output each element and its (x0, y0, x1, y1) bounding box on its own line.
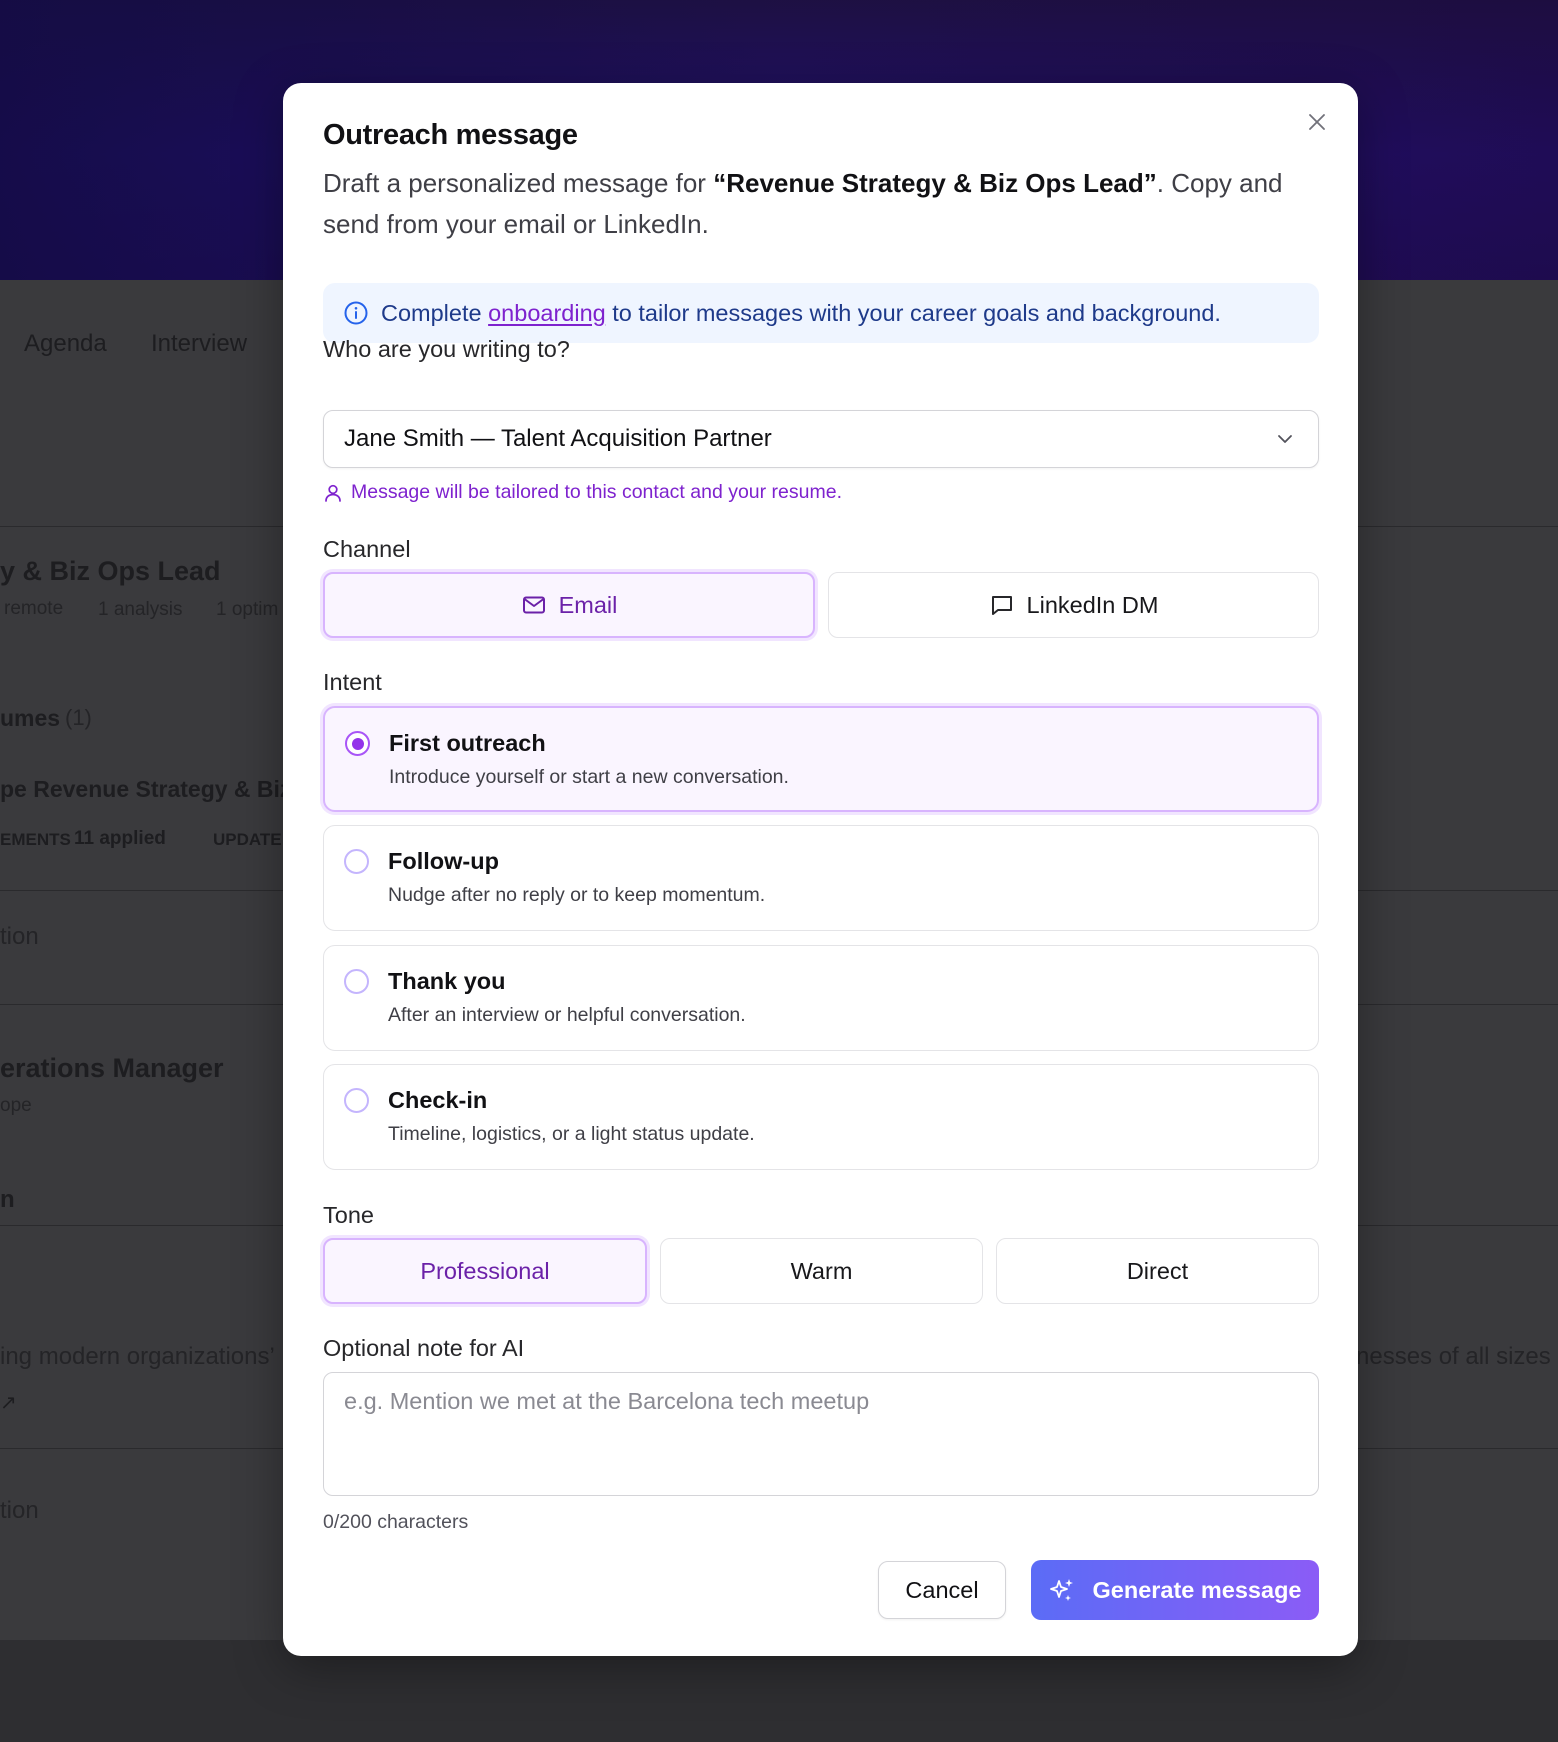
intent-label: Intent (323, 669, 382, 695)
note-textarea[interactable] (323, 1372, 1319, 1496)
bg-meta-optim: 1 optim (216, 599, 279, 620)
outreach-modal: Outreach message Draft a personalized me… (283, 83, 1358, 1656)
onboarding-link[interactable]: onboarding (488, 300, 606, 326)
tone-label: Tone (323, 1202, 374, 1228)
generate-message-label: Generate message (1092, 1576, 1302, 1603)
channel-option-linkedin[interactable]: LinkedIn DM (828, 572, 1319, 638)
modal-title: Outreach message (323, 119, 578, 151)
radio-button[interactable] (344, 1088, 369, 1113)
intent-option-follow-up[interactable]: Follow-up Nudge after no reply or to kee… (323, 825, 1319, 931)
bg-role2-title: erations Manager (0, 1053, 224, 1083)
intent-title: Thank you (388, 968, 506, 994)
close-button[interactable] (1302, 107, 1332, 137)
tone-option-warm[interactable]: Warm (660, 1238, 983, 1304)
tone-option-professional[interactable]: Professional (323, 1238, 647, 1304)
sparkles-icon (1050, 1579, 1074, 1601)
info-text-post: to tailor messages with your career goal… (605, 299, 1221, 326)
bg-tab-agenda: Agenda (24, 330, 107, 357)
bg-section-b: n (0, 1186, 15, 1213)
info-icon (344, 301, 368, 325)
user-icon (325, 484, 341, 502)
intent-title: First outreach (389, 730, 546, 756)
intent-option-check-in[interactable]: Check-in Timeline, logistics, or a light… (323, 1064, 1319, 1170)
bg-section-a: tion (0, 923, 39, 950)
intent-option-thank-you[interactable]: Thank you After an interview or helpful … (323, 945, 1319, 1051)
onboarding-info-banner: Complete onboarding to tailor messages w… (323, 283, 1319, 343)
close-icon (1309, 114, 1325, 130)
bg-meta-remote: remote (4, 598, 64, 619)
bg-resumes-count: (1) (65, 705, 92, 730)
bg-meta-analysis: 1 analysis (98, 599, 183, 620)
intent-description: After an interview or helpful conversati… (388, 1004, 746, 1026)
character-counter: 0/200 characters (323, 1511, 469, 1533)
radio-button[interactable] (345, 731, 370, 756)
channel-email-label: Email (558, 591, 618, 618)
recipient-label: Who are you writing to? (323, 336, 570, 362)
bg-tab-interview: Interview (151, 330, 248, 357)
radio-button[interactable] (344, 969, 369, 994)
recipient-select[interactable]: Jane Smith — Talent Acquisition Partner (323, 410, 1319, 468)
bg-role2-sub: ope (0, 1095, 32, 1116)
bg-blurb-left: ing modern organizations’ (0, 1343, 275, 1370)
recipient-hint: Message will be tailored to this contact… (323, 481, 842, 504)
bg-blurb-right: nesses of all sizes (1356, 1343, 1551, 1370)
external-link-icon: ↗ (0, 1392, 17, 1414)
radio-button[interactable] (344, 849, 369, 874)
message-square-icon (991, 596, 1012, 615)
bg-job-title: y & Biz Ops Lead (0, 556, 221, 586)
description-pre: Draft a personalized message for (323, 168, 714, 198)
chevron-down-icon (1278, 435, 1292, 443)
note-label: Optional note for AI (323, 1335, 525, 1361)
description-role: “Revenue Strategy & Biz Ops Lead” (713, 168, 1157, 198)
modal-description: Draft a personalized message for “Revenu… (323, 163, 1323, 245)
intent-option-first-outreach[interactable]: First outreach Introduce yourself or sta… (323, 706, 1319, 812)
intent-title: Follow-up (388, 848, 499, 874)
recipient-select-value: Jane Smith — Talent Acquisition Partner (344, 425, 772, 452)
intent-title: Check-in (388, 1087, 488, 1113)
info-text-pre: Complete (381, 299, 489, 326)
recipient-hint-text: Message will be tailored to this contact… (351, 481, 842, 503)
channel-linkedin-label: LinkedIn DM (1026, 591, 1159, 618)
channel-label: Channel (323, 536, 411, 562)
cancel-button[interactable]: Cancel (878, 1561, 1006, 1619)
intent-description: Introduce yourself or start a new conver… (389, 766, 789, 788)
intent-description: Nudge after no reply or to keep momentum… (388, 884, 766, 906)
bg-resume-title: pe Revenue Strategy & Biz (0, 776, 292, 802)
info-text: Complete onboarding to tailor messages w… (381, 300, 1221, 327)
mail-icon (522, 596, 545, 614)
bg-resumes-heading: umes (0, 705, 61, 731)
bg-enhancements-value: 11 applied (74, 828, 166, 849)
channel-option-email[interactable]: Email (323, 572, 815, 638)
generate-message-button[interactable]: Generate message (1031, 1560, 1319, 1620)
intent-description: Timeline, logistics, or a light status u… (388, 1123, 755, 1145)
bg-enhancements-label: EMENTS (0, 830, 71, 849)
bg-section-c: tion (0, 1497, 39, 1524)
tone-option-direct[interactable]: Direct (996, 1238, 1319, 1304)
bg-updated-label: UPDATE (213, 830, 282, 849)
